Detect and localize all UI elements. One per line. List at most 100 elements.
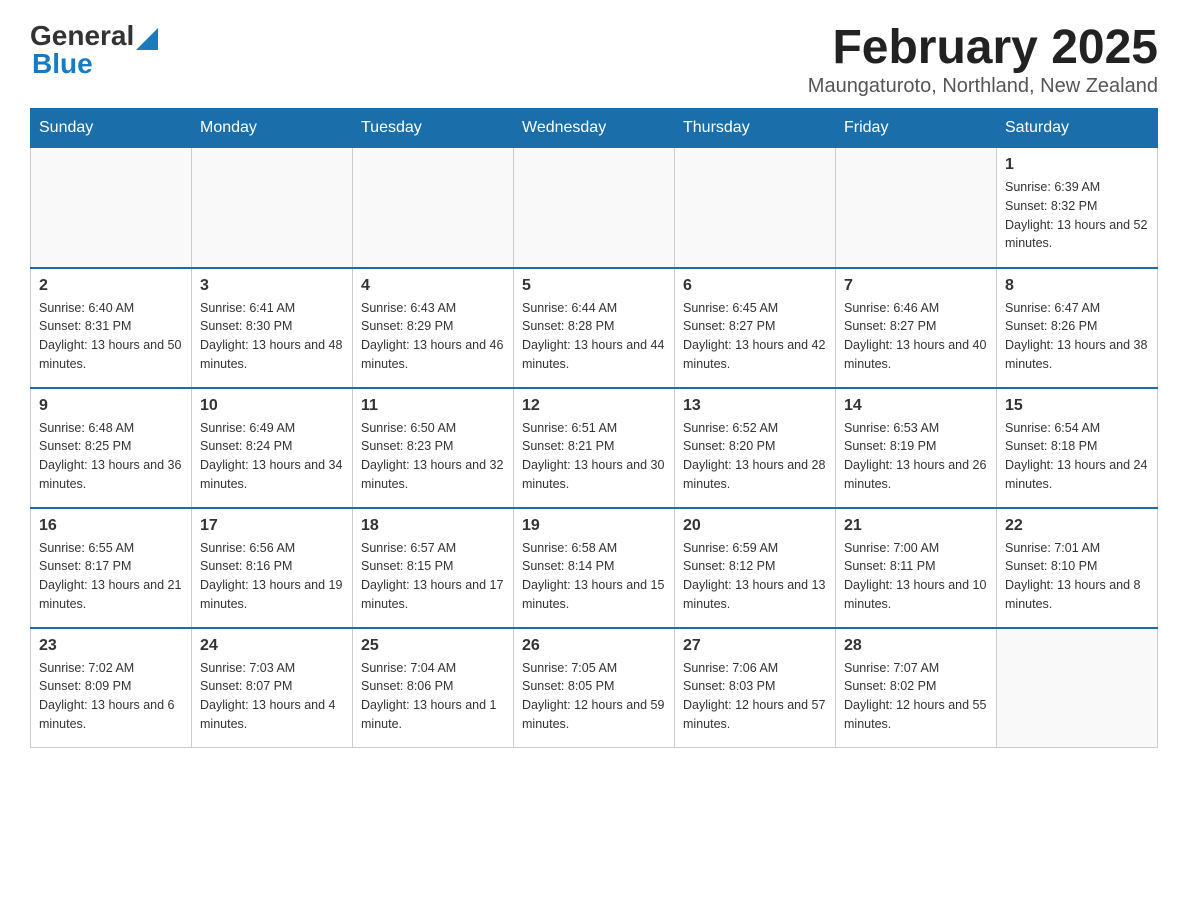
day-info: Sunrise: 6:52 AMSunset: 8:20 PMDaylight:…	[683, 419, 827, 494]
page-header: General Blue February 2025 Maungaturoto,…	[30, 20, 1158, 98]
day-info: Sunrise: 7:00 AMSunset: 8:11 PMDaylight:…	[844, 539, 988, 614]
day-header-wednesday: Wednesday	[514, 109, 675, 148]
calendar-day-cell: 7 Sunrise: 6:46 AMSunset: 8:27 PMDaylight…	[836, 268, 997, 388]
day-number: 9	[39, 397, 183, 415]
day-info: Sunrise: 7:01 AMSunset: 8:10 PMDaylight:…	[1005, 539, 1149, 614]
day-info: Sunrise: 6:50 AMSunset: 8:23 PMDaylight:…	[361, 419, 505, 494]
day-number: 28	[844, 637, 988, 655]
day-number: 5	[522, 277, 666, 295]
calendar-week-row: 9 Sunrise: 6:48 AMSunset: 8:25 PMDaylight…	[31, 388, 1158, 508]
day-number: 26	[522, 637, 666, 655]
calendar-day-cell: 16Sunrise: 6:55 AMSunset: 8:17 PMDayligh…	[31, 508, 192, 628]
day-info: Sunrise: 6:46 AMSunset: 8:27 PMDaylight:…	[844, 299, 988, 374]
logo-triangle-icon	[136, 24, 158, 50]
calendar-day-cell: 8 Sunrise: 6:47 AMSunset: 8:26 PMDaylight…	[997, 268, 1158, 388]
day-info: Sunrise: 6:56 AMSunset: 8:16 PMDaylight:…	[200, 539, 344, 614]
calendar-day-cell: 13 Sunrise: 6:52 AMSunset: 8:20 PMDayligh…	[675, 388, 836, 508]
calendar-day-cell: 26 Sunrise: 7:05 AMSunset: 8:05 PMDayligh…	[514, 628, 675, 748]
calendar-week-row: 16Sunrise: 6:55 AMSunset: 8:17 PMDayligh…	[31, 508, 1158, 628]
day-info: Sunrise: 7:03 AMSunset: 8:07 PMDaylight:…	[200, 659, 344, 734]
calendar-day-cell: 9 Sunrise: 6:48 AMSunset: 8:25 PMDaylight…	[31, 388, 192, 508]
calendar-day-cell	[997, 628, 1158, 748]
day-info: Sunrise: 6:55 AMSunset: 8:17 PMDaylight:…	[39, 539, 183, 614]
calendar-day-cell: 5 Sunrise: 6:44 AMSunset: 8:28 PMDaylight…	[514, 268, 675, 388]
title-section: February 2025 Maungaturoto, Northland, N…	[808, 20, 1158, 98]
day-number: 19	[522, 517, 666, 535]
day-number: 13	[683, 397, 827, 415]
calendar-day-cell: 24 Sunrise: 7:03 AMSunset: 8:07 PMDayligh…	[192, 628, 353, 748]
calendar-day-cell: 3Sunrise: 6:41 AMSunset: 8:30 PMDaylight…	[192, 268, 353, 388]
calendar-day-cell: 15Sunrise: 6:54 AMSunset: 8:18 PMDayligh…	[997, 388, 1158, 508]
calendar-day-cell	[836, 148, 997, 268]
day-info: Sunrise: 6:48 AMSunset: 8:25 PMDaylight:…	[39, 419, 183, 494]
day-number: 18	[361, 517, 505, 535]
day-info: Sunrise: 6:54 AMSunset: 8:18 PMDaylight:…	[1005, 419, 1149, 494]
day-info: Sunrise: 6:47 AMSunset: 8:26 PMDaylight:…	[1005, 299, 1149, 374]
calendar-day-cell: 14 Sunrise: 6:53 AMSunset: 8:19 PMDayligh…	[836, 388, 997, 508]
day-info: Sunrise: 6:51 AMSunset: 8:21 PMDaylight:…	[522, 419, 666, 494]
calendar-day-cell: 4 Sunrise: 6:43 AMSunset: 8:29 PMDaylight…	[353, 268, 514, 388]
day-info: Sunrise: 6:59 AMSunset: 8:12 PMDaylight:…	[683, 539, 827, 614]
calendar-day-cell: 12 Sunrise: 6:51 AMSunset: 8:21 PMDayligh…	[514, 388, 675, 508]
logo: General Blue	[30, 20, 158, 80]
day-number: 20	[683, 517, 827, 535]
day-number: 17	[200, 517, 344, 535]
day-number: 3	[200, 277, 344, 295]
day-number: 7	[844, 277, 988, 295]
calendar-day-cell: 25Sunrise: 7:04 AMSunset: 8:06 PMDayligh…	[353, 628, 514, 748]
day-number: 22	[1005, 517, 1149, 535]
calendar-day-cell	[353, 148, 514, 268]
calendar-subtitle: Maungaturoto, Northland, New Zealand	[808, 75, 1158, 98]
day-info: Sunrise: 7:05 AMSunset: 8:05 PMDaylight:…	[522, 659, 666, 734]
day-info: Sunrise: 6:43 AMSunset: 8:29 PMDaylight:…	[361, 299, 505, 374]
calendar-day-cell: 2 Sunrise: 6:40 AMSunset: 8:31 PMDaylight…	[31, 268, 192, 388]
day-number: 8	[1005, 277, 1149, 295]
calendar-day-cell: 10 Sunrise: 6:49 AMSunset: 8:24 PMDayligh…	[192, 388, 353, 508]
day-number: 12	[522, 397, 666, 415]
calendar-day-cell	[675, 148, 836, 268]
day-number: 10	[200, 397, 344, 415]
day-number: 2	[39, 277, 183, 295]
day-info: Sunrise: 6:39 AMSunset: 8:32 PMDaylight:…	[1005, 178, 1149, 253]
day-number: 6	[683, 277, 827, 295]
calendar-day-cell: 28 Sunrise: 7:07 AMSunset: 8:02 PMDayligh…	[836, 628, 997, 748]
day-info: Sunrise: 6:44 AMSunset: 8:28 PMDaylight:…	[522, 299, 666, 374]
calendar-day-cell	[192, 148, 353, 268]
calendar-week-row: 2 Sunrise: 6:40 AMSunset: 8:31 PMDaylight…	[31, 268, 1158, 388]
calendar-day-cell: 18 Sunrise: 6:57 AMSunset: 8:15 PMDayligh…	[353, 508, 514, 628]
day-info: Sunrise: 6:53 AMSunset: 8:19 PMDaylight:…	[844, 419, 988, 494]
day-number: 1	[1005, 156, 1149, 174]
calendar-day-cell: 6 Sunrise: 6:45 AMSunset: 8:27 PMDaylight…	[675, 268, 836, 388]
calendar-day-cell: 21 Sunrise: 7:00 AMSunset: 8:11 PMDayligh…	[836, 508, 997, 628]
logo-blue-text: Blue	[32, 48, 93, 80]
day-header-friday: Friday	[836, 109, 997, 148]
day-number: 21	[844, 517, 988, 535]
day-info: Sunrise: 6:49 AMSunset: 8:24 PMDaylight:…	[200, 419, 344, 494]
calendar-week-row: 1 Sunrise: 6:39 AMSunset: 8:32 PMDaylight…	[31, 148, 1158, 268]
day-info: Sunrise: 6:45 AMSunset: 8:27 PMDaylight:…	[683, 299, 827, 374]
day-header-sunday: Sunday	[31, 109, 192, 148]
calendar-table: SundayMondayTuesdayWednesdayThursdayFrid…	[30, 108, 1158, 748]
day-info: Sunrise: 6:58 AMSunset: 8:14 PMDaylight:…	[522, 539, 666, 614]
calendar-week-row: 23 Sunrise: 7:02 AMSunset: 8:09 PMDayligh…	[31, 628, 1158, 748]
calendar-day-cell: 17 Sunrise: 6:56 AMSunset: 8:16 PMDayligh…	[192, 508, 353, 628]
day-number: 11	[361, 397, 505, 415]
day-info: Sunrise: 6:57 AMSunset: 8:15 PMDaylight:…	[361, 539, 505, 614]
calendar-title: February 2025	[808, 20, 1158, 75]
day-info: Sunrise: 6:40 AMSunset: 8:31 PMDaylight:…	[39, 299, 183, 374]
day-info: Sunrise: 7:04 AMSunset: 8:06 PMDaylight:…	[361, 659, 505, 734]
day-header-saturday: Saturday	[997, 109, 1158, 148]
day-info: Sunrise: 7:07 AMSunset: 8:02 PMDaylight:…	[844, 659, 988, 734]
day-number: 24	[200, 637, 344, 655]
calendar-day-cell: 22 Sunrise: 7:01 AMSunset: 8:10 PMDayligh…	[997, 508, 1158, 628]
day-header-thursday: Thursday	[675, 109, 836, 148]
day-number: 4	[361, 277, 505, 295]
calendar-day-cell: 1 Sunrise: 6:39 AMSunset: 8:32 PMDaylight…	[997, 148, 1158, 268]
day-number: 23	[39, 637, 183, 655]
calendar-header-row: SundayMondayTuesdayWednesdayThursdayFrid…	[31, 109, 1158, 148]
calendar-day-cell: 27Sunrise: 7:06 AMSunset: 8:03 PMDayligh…	[675, 628, 836, 748]
day-header-monday: Monday	[192, 109, 353, 148]
calendar-day-cell: 11 Sunrise: 6:50 AMSunset: 8:23 PMDayligh…	[353, 388, 514, 508]
day-number: 14	[844, 397, 988, 415]
day-info: Sunrise: 7:02 AMSunset: 8:09 PMDaylight:…	[39, 659, 183, 734]
